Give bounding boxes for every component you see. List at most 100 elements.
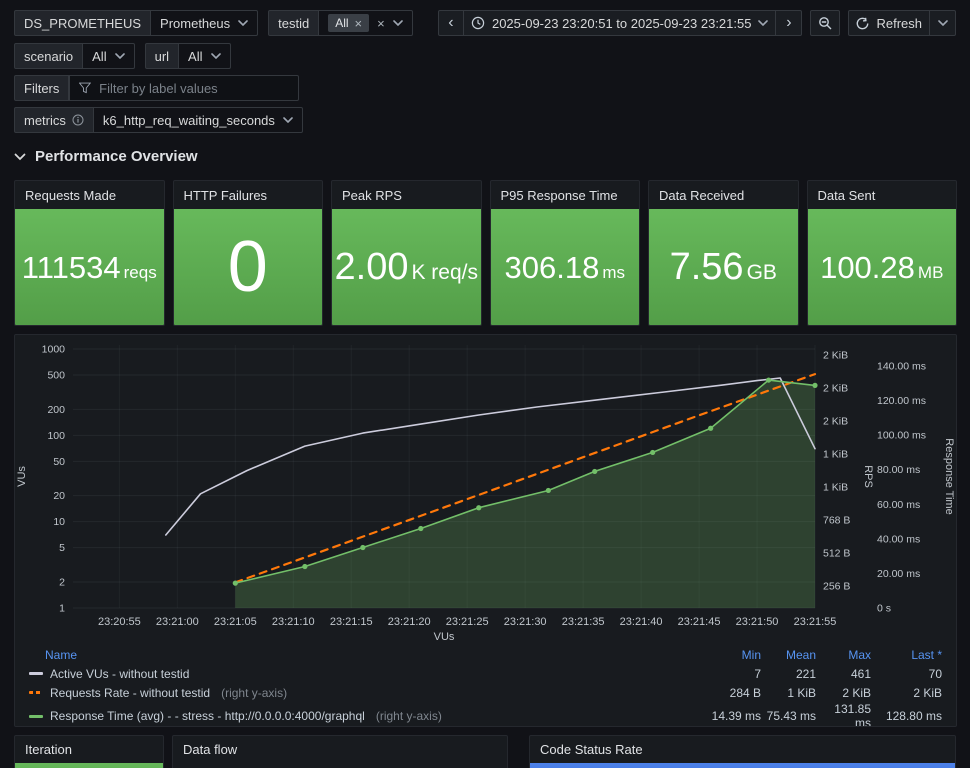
- stat-value-area: 306.18 ms: [490, 209, 639, 325]
- svg-text:23:21:25: 23:21:25: [446, 616, 489, 628]
- svg-text:768 B: 768 B: [823, 515, 850, 527]
- metrics-label-text: metrics: [24, 112, 66, 128]
- legend-col-last[interactable]: Last *: [871, 648, 942, 662]
- panel-title: Data flow: [183, 742, 238, 757]
- time-forward-button[interactable]: ›: [776, 10, 803, 36]
- series-name[interactable]: Active VUs - without testid: [50, 667, 189, 681]
- time-range-text: 2025-09-23 23:20:51 to 2025-09-23 23:21:…: [491, 15, 752, 31]
- svg-text:40.00 ms: 40.00 ms: [877, 533, 920, 545]
- datasource-select[interactable]: Prometheus: [151, 10, 259, 36]
- mean-value: 221: [795, 666, 816, 681]
- svg-text:2 KiB: 2 KiB: [823, 383, 848, 395]
- refresh-icon: [857, 17, 869, 29]
- timeseries-panel: 23:20:55 23:21:00 23:21:05 23:21:10 23:21:15…: [14, 334, 957, 727]
- max-value: 131.85 ms: [834, 702, 871, 727]
- refresh-button[interactable]: Refresh: [848, 10, 930, 36]
- testid-label-text: testid: [278, 15, 310, 31]
- svg-text:10: 10: [53, 516, 65, 528]
- svg-text:23:21:35: 23:21:35: [562, 616, 605, 628]
- legend-col-name[interactable]: Name: [29, 648, 706, 662]
- svg-text:1: 1: [59, 603, 65, 615]
- legend-col-min[interactable]: Min: [706, 648, 761, 662]
- svg-text:VUs: VUs: [16, 466, 28, 487]
- stat-panel-data-received: Data Received 7.56 GB: [648, 180, 799, 326]
- stat-value: 111534: [21, 249, 121, 285]
- filter-input[interactable]: [99, 80, 290, 96]
- clear-all-icon[interactable]: ×: [377, 17, 385, 30]
- time-range-picker[interactable]: 2025-09-23 23:20:51 to 2025-09-23 23:21:…: [463, 10, 777, 36]
- svg-text:2: 2: [59, 577, 65, 589]
- variable-testid: testid All × ×: [268, 10, 413, 36]
- testid-select[interactable]: All × ×: [319, 10, 413, 36]
- timeseries-chart[interactable]: 23:20:55 23:21:00 23:21:05 23:21:10 23:21:15…: [15, 337, 956, 645]
- remove-value-icon[interactable]: ×: [355, 17, 363, 30]
- stat-title: Data Received: [659, 187, 745, 203]
- metrics-select[interactable]: k6_http_req_waiting_seconds: [93, 107, 303, 133]
- toolbar-row-1: DS_PROMETHEUS Prometheus testid All × × …: [14, 10, 956, 36]
- stat-title: Data Sent: [817, 187, 876, 203]
- svg-text:100.00 ms: 100.00 ms: [877, 430, 926, 442]
- stat-panel-http-failures: HTTP Failures 0: [172, 180, 323, 326]
- refresh-interval-button[interactable]: [930, 10, 956, 36]
- svg-text:23:21:20: 23:21:20: [388, 616, 431, 628]
- time-back-button[interactable]: ‹: [437, 10, 464, 36]
- refresh-group: Refresh: [848, 10, 956, 36]
- scenario-value: All: [92, 48, 107, 64]
- series-axis-note: (right y-axis): [375, 709, 442, 723]
- stat-panel-data-sent: Data Sent 100.28 MB: [806, 180, 957, 326]
- info-icon: [72, 114, 84, 126]
- last-value: 70: [928, 666, 942, 681]
- variables-left: DS_PROMETHEUS Prometheus testid All × ×: [14, 10, 423, 36]
- legend-col-mean[interactable]: Mean: [761, 648, 816, 662]
- svg-text:23:21:15: 23:21:15: [330, 616, 373, 628]
- last-value: 128.80 ms: [885, 709, 942, 723]
- svg-text:2 KiB: 2 KiB: [823, 416, 848, 428]
- svg-text:20.00 ms: 20.00 ms: [877, 568, 920, 580]
- stat-value-area: 111534 reqs: [15, 209, 164, 325]
- scenario-label: scenario: [14, 43, 84, 69]
- legend-header: Name Min Mean Max Last *: [15, 645, 956, 664]
- series-name[interactable]: Requests Rate - without testid: [50, 686, 210, 700]
- time-picker-group: ‹ 2025-09-23 23:20:51 to 2025-09-23 23:2…: [437, 10, 803, 36]
- scenario-label-text: scenario: [24, 48, 74, 64]
- code-status-rate-panel: Code Status Rate: [529, 735, 956, 768]
- iteration-panel: Iteration: [14, 735, 164, 768]
- max-value: 2 KiB: [842, 685, 871, 700]
- chevron-down-icon: [210, 53, 221, 59]
- min-value: 284 B: [729, 685, 761, 700]
- zoom-out-button[interactable]: [810, 10, 841, 36]
- svg-text:500: 500: [47, 369, 65, 381]
- section-performance-overview[interactable]: Performance Overview: [14, 148, 956, 165]
- stat-title: Peak RPS: [342, 187, 402, 203]
- scenario-select[interactable]: All: [83, 43, 135, 69]
- stat-title: P95 Response Time: [500, 187, 618, 203]
- svg-text:VUs: VUs: [434, 631, 455, 643]
- url-label-text: url: [154, 48, 170, 64]
- stat-unit: reqs: [123, 262, 157, 282]
- legend-row: Requests Rate - without testid (right y-a…: [15, 683, 956, 702]
- legend-row: Response Time (avg) - - stress - http://…: [15, 702, 956, 726]
- testid-selected-pill[interactable]: All ×: [328, 14, 370, 32]
- svg-text:23:21:05: 23:21:05: [214, 616, 257, 628]
- stat-value: 306.18: [504, 249, 600, 285]
- iteration-stat-body: [15, 763, 163, 768]
- metrics-label: metrics: [14, 107, 94, 133]
- svg-text:256 B: 256 B: [823, 581, 850, 593]
- stat-value: 0: [227, 227, 268, 307]
- legend-name-cell: Requests Rate - without testid (right y-a…: [29, 686, 706, 700]
- legend-name-cell: Response Time (avg) - - stress - http://…: [29, 709, 706, 723]
- svg-text:80.00 ms: 80.00 ms: [877, 464, 920, 476]
- zoom-out-icon: [819, 17, 832, 30]
- panel-title: Iteration: [25, 742, 72, 757]
- series-name[interactable]: Response Time (avg) - - stress - http://…: [50, 709, 365, 723]
- svg-text:1000: 1000: [42, 344, 66, 356]
- svg-text:23:21:40: 23:21:40: [620, 616, 663, 628]
- svg-text:5: 5: [59, 542, 65, 554]
- variable-filters: Filters: [14, 75, 300, 101]
- stat-value: 7.56: [669, 246, 744, 288]
- stat-panel-peak-rps: Peak RPS 2.00 K req/s: [331, 180, 482, 326]
- svg-text:23:21:55: 23:21:55: [794, 616, 837, 628]
- legend-col-max[interactable]: Max: [816, 648, 871, 662]
- svg-text:100: 100: [47, 430, 65, 442]
- url-select[interactable]: All: [179, 43, 231, 69]
